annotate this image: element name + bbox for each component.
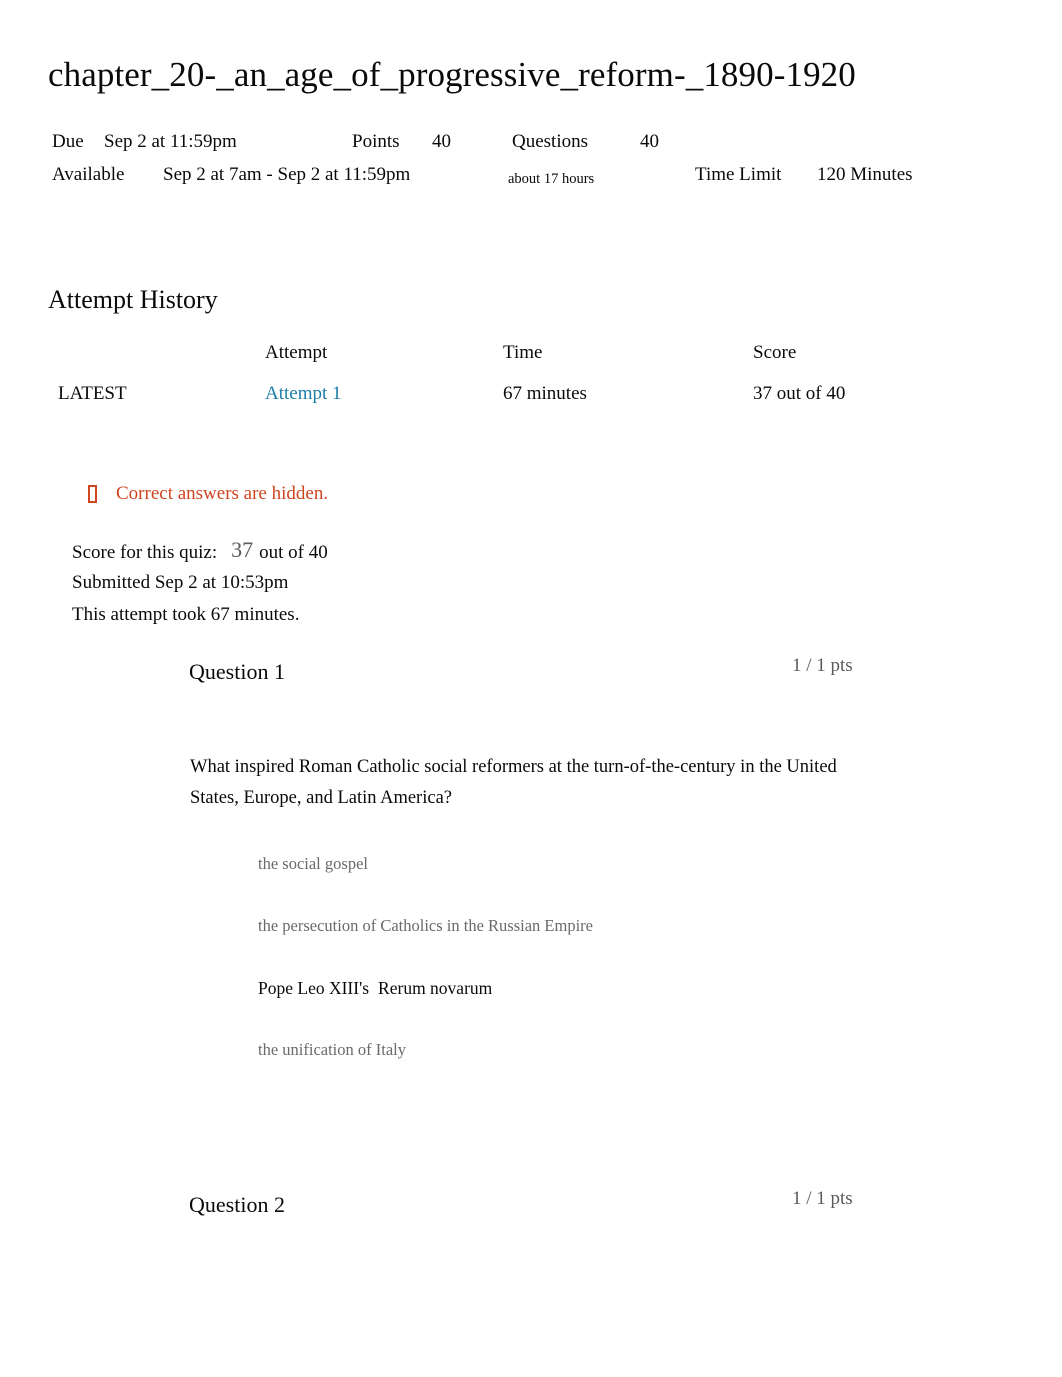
answer-option-selected[interactable]: Pope Leo XIII's Rerum novarum <box>258 977 938 1039</box>
question-2-name: Question 2 <box>189 1192 285 1217</box>
answer-option[interactable]: the social gospel <box>258 853 938 915</box>
due-label: Due <box>52 131 84 152</box>
answer-option[interactable]: the persecution of Catholics in the Russ… <box>258 915 938 977</box>
attempt-1-link[interactable]: Attempt 1 <box>265 383 342 404</box>
questions-value: 40 <box>640 131 659 152</box>
answer-option[interactable]: the unification of Italy <box>258 1039 938 1101</box>
duration-line: This attempt took 67 minutes. <box>72 604 300 625</box>
points-value: 40 <box>432 131 451 152</box>
quiz-meta: Due Sep 2 at 11:59pm Points 40 Questions… <box>52 128 1002 194</box>
quiz-meta-row-1: Due Sep 2 at 11:59pm Points 40 Questions… <box>52 128 1002 161</box>
column-header-score: Score <box>753 342 797 363</box>
attempt-history-heading: Attempt History <box>48 285 218 314</box>
points-label: Points <box>352 131 400 152</box>
question-block-1: Question 1 1 / 1 pts What inspired Roman… <box>0 655 1062 1059</box>
question-1-name: Question 1 <box>189 659 285 684</box>
available-value: Sep 2 at 7am - Sep 2 at 11:59pm <box>163 164 411 185</box>
score-suffix: out of 40 <box>259 542 328 563</box>
table-row: LATEST Attempt 1 67 minutes 37 out of 40 <box>52 381 952 422</box>
question-1-answers: the social gospel the persecution of Cat… <box>258 853 938 1101</box>
warning-tofu-icon <box>88 485 97 503</box>
attempt-latest-marker: LATEST <box>58 383 127 404</box>
score-line: Score for this quiz: 37 out of 40 <box>72 535 328 567</box>
attempt-time-value: 67 minutes <box>503 383 587 404</box>
answer-option-emphasis: Rerum novarum <box>378 978 493 998</box>
questions-label: Questions <box>512 131 588 152</box>
question-2-header: Question 2 1 / 1 pts <box>0 1188 1062 1230</box>
question-1-text: What inspired Roman Catholic social refo… <box>190 757 837 808</box>
quiz-results-page: chapter_20-_an_age_of_progressive_reform… <box>0 0 1062 1377</box>
due-value: Sep 2 at 11:59pm <box>104 131 237 152</box>
column-header-attempt: Attempt <box>265 342 328 363</box>
score-label: Score for this quiz: <box>72 542 218 563</box>
column-header-time: Time <box>503 342 543 363</box>
answer-option-text: Pope Leo XIII's <box>258 978 370 998</box>
correct-answers-hidden-text: Correct answers are hidden. <box>116 483 329 504</box>
question-1-points: 1 / 1 pts <box>792 655 853 676</box>
quiz-result-summary: Score for this quiz: 37 out of 40 Submitte… <box>72 535 328 631</box>
quiz-meta-row-2: Available Sep 2 at 7am - Sep 2 at 11:59p… <box>52 161 1002 194</box>
table-header-row: Attempt Time Score <box>52 340 952 381</box>
attempt-history-table: Attempt Time Score LATEST Attempt 1 67 m… <box>52 340 952 422</box>
question-block-2: Question 2 1 / 1 pts <box>0 1188 1062 1230</box>
time-limit-label: Time Limit <box>695 164 782 185</box>
correct-answers-hidden-notice: Correct answers are hidden. <box>88 482 328 506</box>
available-duration: about 17 hours <box>508 171 595 187</box>
submitted-line: Submitted Sep 2 at 10:53pm <box>72 572 289 593</box>
page-title: chapter_20-_an_age_of_progressive_reform… <box>48 55 856 94</box>
available-label: Available <box>52 164 125 185</box>
question-2-points: 1 / 1 pts <box>792 1188 853 1209</box>
attempt-link-cell: Attempt 1 <box>265 381 342 407</box>
score-value: 37 <box>231 537 254 562</box>
attempt-score-value: 37 out of 40 <box>753 383 846 404</box>
time-limit-value: 120 Minutes <box>817 164 913 185</box>
question-1-header: Question 1 1 / 1 pts <box>0 655 1062 697</box>
